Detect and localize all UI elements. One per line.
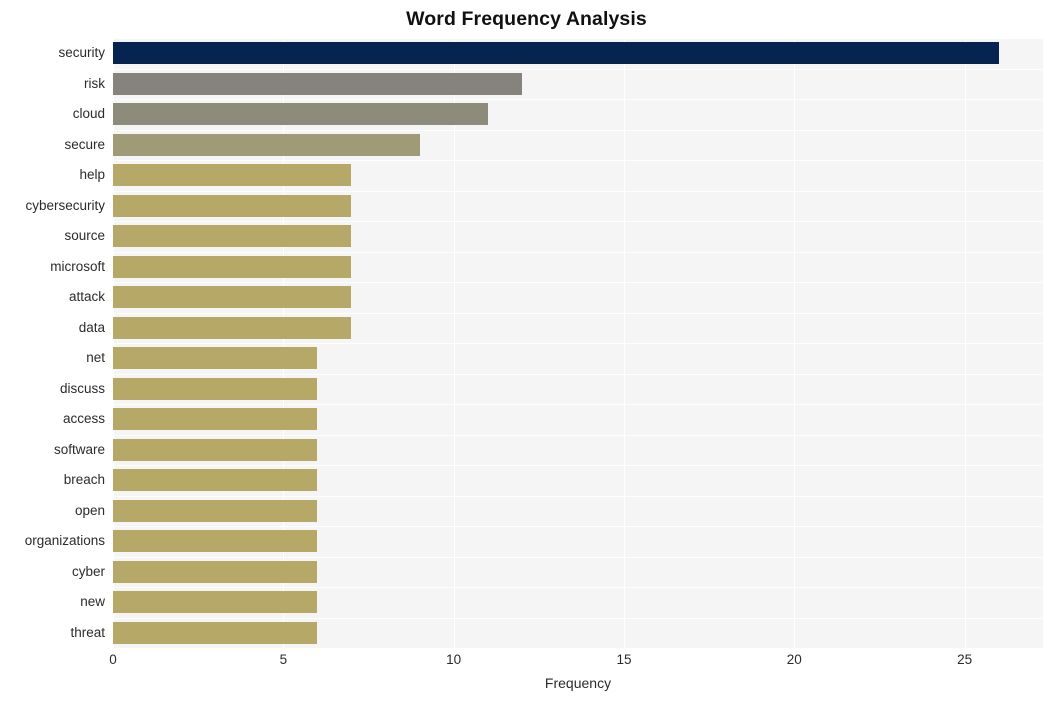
horizontal-gridline: [113, 404, 1043, 405]
bar: [113, 286, 352, 309]
chart-title: Word Frequency Analysis: [406, 8, 647, 30]
y-axis-tick-label: discuss: [59, 380, 105, 396]
x-axis-label: Frequency: [544, 675, 612, 691]
horizontal-gridline: [113, 374, 1043, 375]
x-axis-tick-label: 15: [616, 652, 632, 667]
horizontal-gridline: [113, 191, 1043, 192]
horizontal-gridline: [113, 435, 1043, 436]
x-axis-tick-label: 20: [786, 652, 802, 667]
bar: [113, 164, 352, 187]
bar: [113, 469, 318, 492]
y-axis-tick-labels: security risk cloud secure help cybersecurity…: [0, 0, 105, 701]
horizontal-gridline: [113, 618, 1043, 619]
horizontal-gridline: [113, 496, 1043, 497]
bar: [113, 255, 352, 278]
bar: [113, 316, 352, 339]
y-axis-tick-label: security: [58, 45, 105, 61]
bar: [113, 42, 999, 65]
horizontal-gridline: [113, 343, 1043, 344]
bar: [113, 72, 522, 95]
bar: [113, 347, 318, 370]
bar: [113, 133, 420, 156]
y-axis-tick-label: cyber: [71, 563, 105, 579]
y-axis-tick-label: new: [80, 594, 105, 610]
horizontal-gridline: [113, 99, 1043, 100]
bar: [113, 408, 318, 431]
horizontal-gridline: [113, 38, 1043, 39]
x-axis-tick-label: 25: [957, 652, 973, 667]
y-axis-tick-label: cybersecurity: [25, 197, 105, 213]
y-axis-tick-label: breach: [63, 472, 105, 488]
y-axis-tick-label: access: [62, 411, 105, 427]
y-axis-tick-label: organizations: [24, 533, 105, 549]
horizontal-gridline: [113, 526, 1043, 527]
y-axis-tick-label: source: [64, 228, 105, 244]
bar: [113, 225, 352, 248]
y-axis-tick-label: data: [78, 319, 105, 335]
y-axis-tick-label: microsoft: [50, 258, 105, 274]
horizontal-gridline: [113, 160, 1043, 161]
bar: [113, 103, 488, 126]
bar: [113, 560, 318, 583]
horizontal-gridline: [113, 221, 1043, 222]
y-axis-tick-label: cloud: [72, 106, 105, 122]
y-axis-tick-label: open: [74, 502, 105, 518]
horizontal-gridline: [113, 252, 1043, 253]
x-axis-tick-label: 10: [446, 652, 462, 667]
horizontal-gridline: [113, 557, 1043, 558]
y-axis-tick-label: software: [53, 441, 105, 457]
bar: [113, 438, 318, 461]
horizontal-gridline: [113, 587, 1043, 588]
x-axis-tick-label: 5: [279, 652, 288, 667]
bar: [113, 591, 318, 614]
horizontal-gridline: [113, 130, 1043, 131]
y-axis-tick-label: net: [86, 350, 105, 366]
x-axis-tick-labels: 0 5 10 15 20 25: [0, 652, 1053, 672]
horizontal-gridline: [113, 313, 1043, 314]
bar: [113, 377, 318, 400]
plot-area: [113, 38, 1043, 648]
horizontal-gridline: [113, 465, 1043, 466]
bar: [113, 499, 318, 522]
horizontal-gridline: [113, 69, 1043, 70]
bar: [113, 194, 352, 217]
y-axis-tick-label: help: [79, 167, 105, 183]
x-axis-tick-label: 0: [109, 652, 117, 667]
horizontal-gridline: [113, 282, 1043, 283]
bar: [113, 621, 318, 644]
y-axis-tick-label: risk: [84, 75, 105, 91]
y-axis-tick-label: attack: [68, 289, 105, 305]
y-axis-tick-label: secure: [64, 136, 105, 152]
chart-figure: Word Frequency Analysis security risk clou…: [0, 0, 1053, 701]
bar: [113, 530, 318, 553]
y-axis-tick-label: threat: [70, 624, 105, 640]
